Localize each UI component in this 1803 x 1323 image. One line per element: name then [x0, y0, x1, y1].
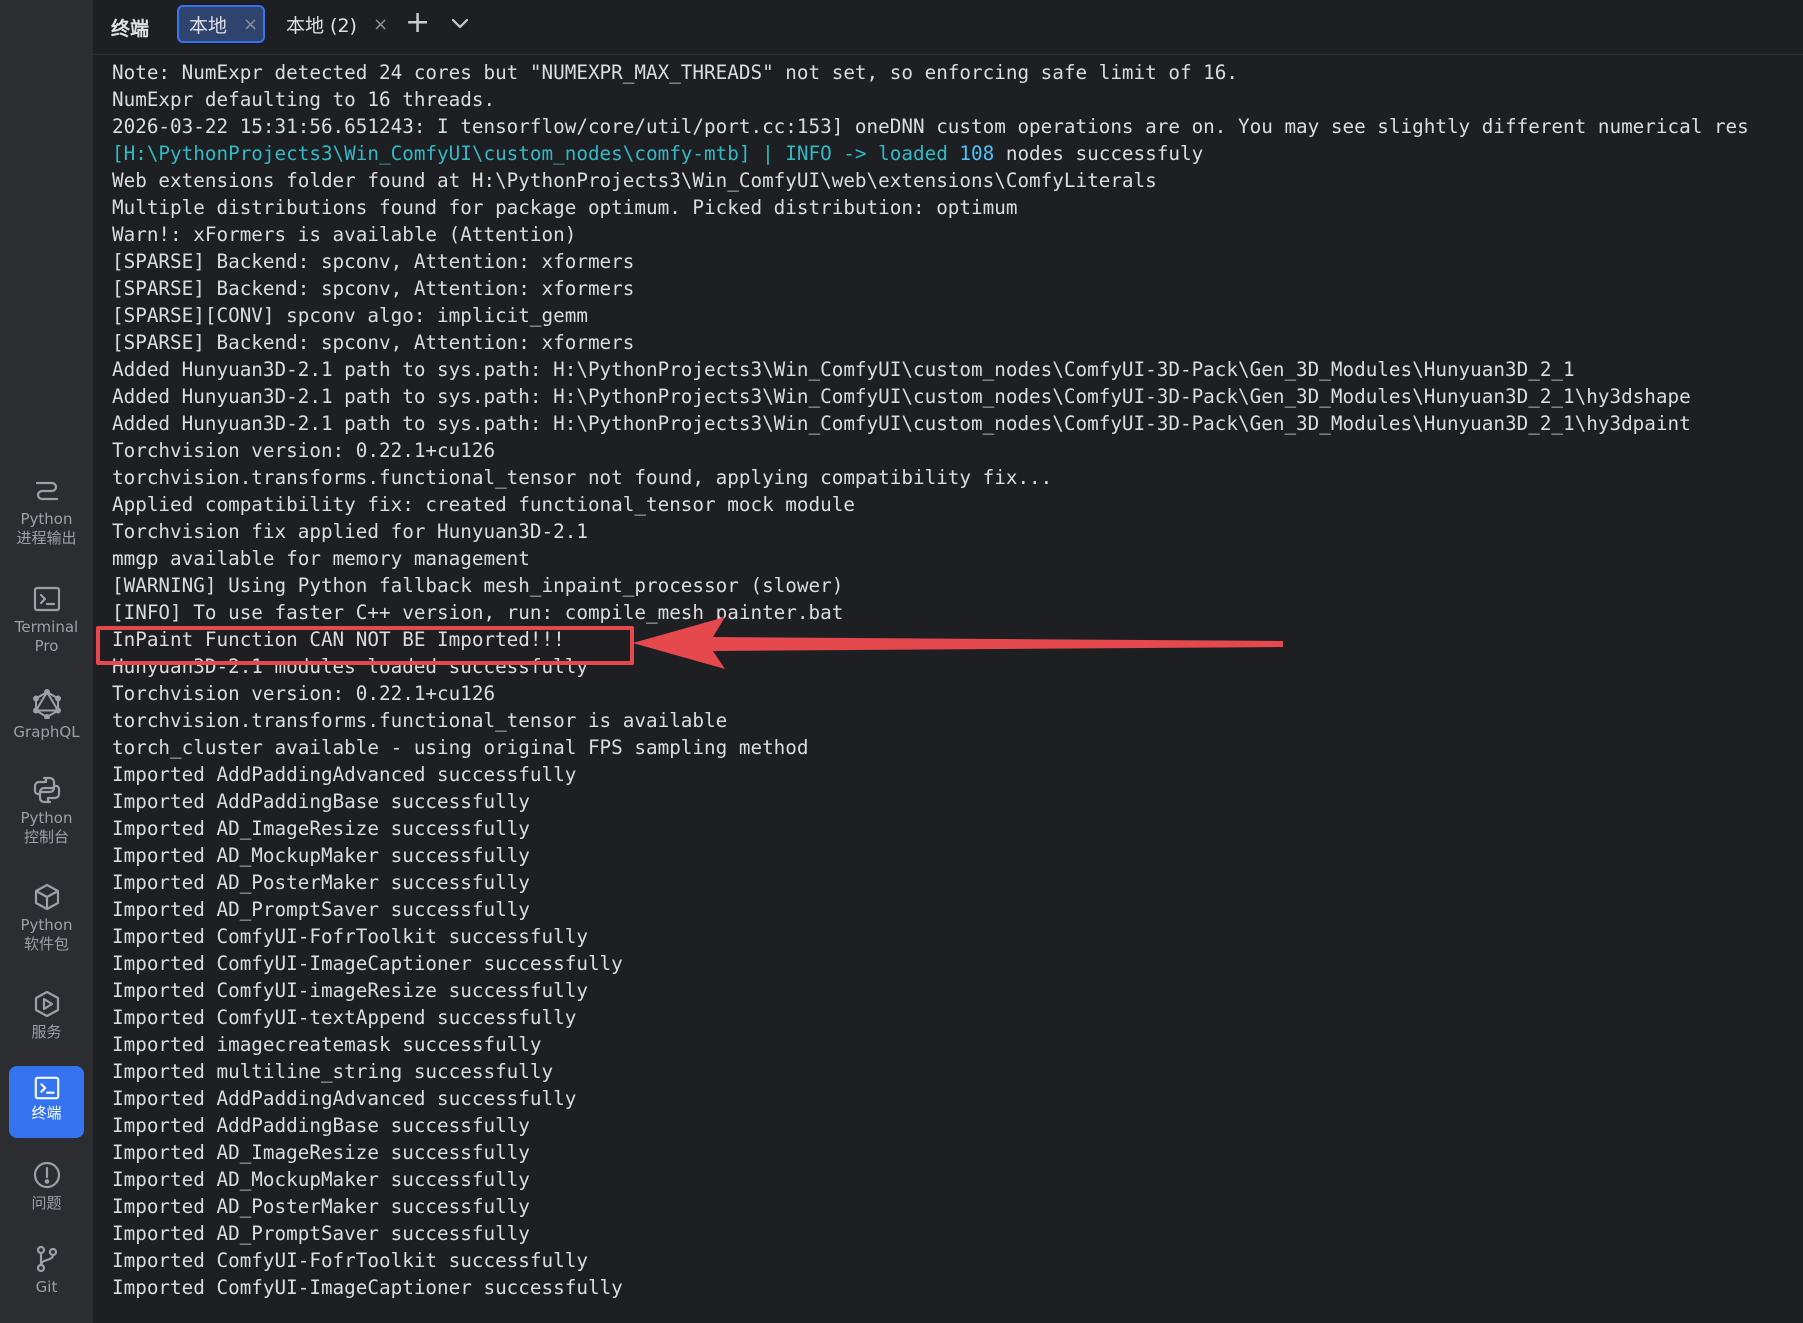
console-line: Torchvision fix applied for Hunyuan3D-2.…: [112, 520, 588, 543]
close-icon[interactable]: ×: [243, 14, 258, 35]
console-line: [WARNING] Using Python fallback mesh_inp…: [112, 574, 844, 597]
terminal-tab-bar: 终端 本地 × 本地 (2) × +: [93, 0, 1803, 55]
console-line: Added Hunyuan3D-2.1 path to sys.path: H:…: [112, 358, 1575, 381]
console-line: Imported AD_MockupMaker successfully: [112, 844, 530, 867]
mtb-suffix: nodes successfuly: [994, 142, 1204, 165]
sidebar-item-label: Git: [35, 1278, 58, 1296]
console-line: Imported AD_PosterMaker successfully: [112, 871, 530, 894]
git-icon: [36, 1245, 57, 1273]
chevron-down-icon[interactable]: [448, 11, 472, 35]
console-line: Imported ComfyUI-ImageCaptioner successf…: [112, 952, 623, 975]
close-icon[interactable]: ×: [373, 14, 388, 35]
sidebar-item-label: Python 进程输出: [16, 510, 77, 547]
console-line: Imported AD_PosterMaker successfully: [112, 1195, 530, 1218]
sidebar-item-problems[interactable]: 问题: [9, 1160, 84, 1213]
console-line: [SPARSE] Backend: spconv, Attention: xfo…: [112, 331, 635, 354]
console-line: Imported ComfyUI-ImageCaptioner successf…: [112, 1276, 623, 1299]
console-line: Imported AD_PromptSaver successfully: [112, 898, 530, 921]
console-line: Added Hunyuan3D-2.1 path to sys.path: H:…: [112, 412, 1691, 435]
console-line: Imported imagecreatemask successfully: [112, 1033, 542, 1056]
tab-label: 本地: [189, 14, 228, 37]
mtb-node-count: 108: [959, 142, 995, 165]
console-line: Imported ComfyUI-textAppend successfully: [112, 1006, 577, 1029]
console-line: Applied compatibility fix: created funct…: [112, 493, 855, 516]
console-line: Torchvision version: 0.22.1+cu126: [112, 439, 496, 462]
sidebar-item-python-output[interactable]: Python 进程输出: [9, 476, 84, 548]
sidebar-item-git[interactable]: Git: [9, 1244, 84, 1297]
sidebar-item-python-packages[interactable]: Python 软件包: [9, 882, 84, 954]
sidebar-item-label: 问题: [31, 1194, 62, 1212]
sidebar-item-label: 服务: [31, 1023, 62, 1041]
sidebar-item-label: 终端: [31, 1104, 62, 1122]
mtb-prefix: [H:\PythonProjects3\Win_ComfyUI\custom_n…: [112, 142, 960, 165]
console-line: Imported ComfyUI-imageResize successfull…: [112, 979, 588, 1002]
console-line: Imported multiline_string successfully: [112, 1060, 554, 1083]
tab-local[interactable]: 本地 ×: [177, 5, 265, 43]
console-line: Note: NumExpr detected 24 cores but "NUM…: [112, 61, 1239, 84]
console-line: Imported AD_ImageResize successfully: [112, 1141, 530, 1164]
console-line: Added Hunyuan3D-2.1 path to sys.path: H:…: [112, 385, 1691, 408]
sidebar-item-label: Python 软件包: [20, 916, 73, 953]
tab-label: 本地 (2): [286, 14, 357, 37]
sidebar-item-python-console[interactable]: Python 控制台: [9, 775, 84, 847]
sidebar-item-label: Terminal Pro: [14, 618, 79, 655]
console-line: Imported AddPaddingAdvanced successfully: [112, 1087, 577, 1110]
console-line: Imported AD_ImageResize successfully: [112, 817, 530, 840]
console-line: [SPARSE][CONV] spconv algo: implicit_gem…: [112, 304, 588, 327]
console-line: [SPARSE] Backend: spconv, Attention: xfo…: [112, 250, 635, 273]
problems-icon: [33, 1161, 60, 1189]
console-line: NumExpr defaulting to 16 threads.: [112, 88, 496, 111]
console-line: 2026-03-22 15:31:56.651243: I tensorflow…: [112, 115, 1749, 138]
console-line: torchvision.transforms.functional_tensor…: [112, 466, 1053, 489]
panel-title: 终端: [111, 18, 150, 40]
console-line: Torchvision version: 0.22.1+cu126: [112, 682, 496, 705]
annotation-arrow-icon: [633, 617, 1283, 669]
console-line: Warn!: xFormers is available (Attention): [112, 223, 577, 246]
console-line: Imported AddPaddingAdvanced successfully: [112, 763, 577, 786]
console-line: mmgp available for memory management: [112, 547, 530, 570]
terminal-pro-icon: [33, 586, 60, 612]
sidebar-item-services[interactable]: 服务: [9, 989, 84, 1042]
terminal-icon: [34, 1076, 59, 1100]
python-console-icon: [33, 776, 60, 804]
console-line: Imported AddPaddingBase successfully: [112, 790, 530, 813]
tool-window-sidebar: Python 进程输出 Terminal Pro GraphQL Python …: [0, 0, 93, 1323]
sidebar-item-graphql[interactable]: GraphQL: [9, 689, 84, 742]
python-packages-icon: [34, 883, 59, 911]
console-line: torch_cluster available - using original…: [112, 736, 809, 759]
sidebar-item-label: GraphQL: [13, 723, 80, 741]
add-tab-button[interactable]: +: [405, 8, 430, 38]
console-line: [SPARSE] Backend: spconv, Attention: xfo…: [112, 277, 635, 300]
sidebar-item-terminal[interactable]: 终端: [9, 1066, 84, 1138]
sidebar-item-terminal-pro[interactable]: Terminal Pro: [9, 584, 84, 656]
tab-local-2[interactable]: 本地 (2) ×: [280, 5, 388, 43]
sidebar-item-label: Python 控制台: [20, 809, 73, 846]
console-line-mtb: [H:\PythonProjects3\Win_ComfyUI\custom_n…: [112, 140, 1203, 167]
services-icon: [34, 990, 59, 1018]
graphql-icon: [32, 689, 61, 719]
console-line: torchvision.transforms.functional_tensor…: [112, 709, 728, 732]
error-highlight-box: [96, 626, 634, 665]
console-line: Imported AD_PromptSaver successfully: [112, 1222, 530, 1245]
console-line: Imported AddPaddingBase successfully: [112, 1114, 530, 1137]
terminal-output[interactable]: Note: NumExpr detected 24 cores but "NUM…: [93, 56, 1803, 1310]
console-line: Imported ComfyUI-FofrToolkit successfull…: [112, 1249, 588, 1272]
python-output-icon: [35, 481, 58, 501]
console-line: Web extensions folder found at H:\Python…: [112, 169, 1157, 192]
console-line: Multiple distributions found for package…: [112, 196, 1018, 219]
console-line: Imported AD_MockupMaker successfully: [112, 1168, 530, 1191]
terminal-panel: 终端 本地 × 本地 (2) × + Note: NumExpr detecte…: [93, 0, 1803, 1310]
console-line: Imported ComfyUI-FofrToolkit successfull…: [112, 925, 588, 948]
